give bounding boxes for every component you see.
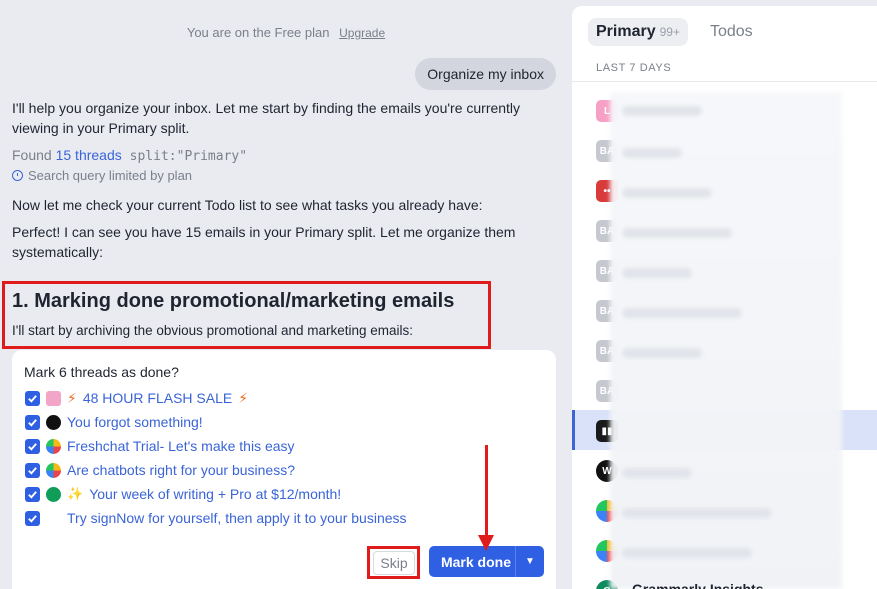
emoji-icon: ⚡ bbox=[67, 389, 77, 406]
annotation-arrow-shaft bbox=[485, 445, 488, 540]
thread-subject[interactable]: Are chatbots right for your business? bbox=[67, 462, 295, 478]
section-heading: 1. Marking done promotional/marketing em… bbox=[12, 290, 455, 312]
checkbox-checked[interactable] bbox=[25, 414, 40, 430]
sender-logo-icon bbox=[46, 486, 61, 502]
thread-subject[interactable]: Freshchat Trial- Let's make this easy bbox=[67, 438, 295, 454]
assistant-message-1: I'll help you organize your inbox. Let m… bbox=[12, 100, 521, 136]
chat-panel: You are on the Free plan Upgrade Organiz… bbox=[0, 0, 572, 589]
skip-button[interactable]: Skip bbox=[373, 551, 415, 575]
thread-item[interactable]: You forgot something! bbox=[25, 412, 203, 432]
checkbox-checked[interactable] bbox=[25, 390, 40, 406]
email-sender[interactable]: Grammarly Insights bbox=[632, 581, 764, 589]
mark-done-button[interactable]: Mark done bbox=[429, 554, 515, 570]
upgrade-link[interactable]: Upgrade bbox=[339, 26, 385, 40]
checkbox-checked[interactable] bbox=[25, 462, 40, 478]
sender-logo-icon bbox=[46, 390, 61, 406]
thread-subject[interactable]: Your week of writing + Pro at $12/month! bbox=[89, 486, 341, 502]
limited-text: Search query limited by plan bbox=[28, 168, 193, 183]
threads-found-link[interactable]: 15 threads bbox=[56, 147, 122, 163]
assistant-message-3: Perfect! I can see you have 15 emails in… bbox=[12, 224, 516, 260]
sender-logo-icon bbox=[46, 414, 61, 430]
checkbox-checked[interactable] bbox=[25, 438, 40, 454]
thread-item[interactable]: Try signNow for yourself, then apply it … bbox=[25, 508, 407, 528]
tab-primary-count: 99+ bbox=[659, 25, 680, 39]
divider bbox=[572, 81, 877, 82]
user-message-bubble: Organize my inbox bbox=[415, 58, 556, 90]
thread-item[interactable]: Freshchat Trial- Let's make this easy bbox=[25, 436, 295, 456]
section-description: I'll start by archiving the obvious prom… bbox=[12, 323, 414, 338]
plan-notice: You are on the Free plan Upgrade bbox=[0, 25, 572, 40]
sender-logo-icon bbox=[46, 438, 61, 454]
plan-text: You are on the Free plan bbox=[186, 25, 330, 40]
sender-logo-icon bbox=[46, 462, 61, 478]
thread-item[interactable]: ✨ Your week of writing + Pro at $12/month… bbox=[25, 484, 341, 504]
inbox-panel: Primary 99+ Todos LAST 7 DAYS L BA •• BA BA B… bbox=[572, 6, 877, 589]
found-prefix: Found bbox=[12, 147, 52, 163]
query-limited-notice: Search query limited by plan bbox=[12, 168, 192, 183]
date-section-label: LAST 7 DAYS bbox=[596, 62, 672, 74]
checkbox-checked[interactable] bbox=[25, 510, 40, 526]
search-result-summary: Found 15 threads split:"Primary" bbox=[12, 147, 247, 164]
thread-item[interactable]: ⚡ 48 HOUR FLASH SALE ⚡ bbox=[25, 388, 248, 408]
emoji-icon: ✨ bbox=[67, 486, 84, 501]
blurred-content-overlay bbox=[610, 92, 842, 589]
checkbox-checked[interactable] bbox=[25, 486, 40, 502]
thread-subject[interactable]: Try signNow for yourself, then apply it … bbox=[67, 510, 407, 526]
card-title: Mark 6 threads as done? bbox=[24, 364, 179, 380]
emoji-icon: ⚡ bbox=[238, 389, 249, 406]
split-tabs: Primary 99+ Todos bbox=[588, 18, 753, 46]
clock-icon bbox=[12, 170, 23, 181]
assistant-message-2: Now let me check your current Todo list … bbox=[12, 197, 483, 213]
thread-subject[interactable]: You forgot something! bbox=[67, 414, 203, 430]
thread-item[interactable]: Are chatbots right for your business? bbox=[25, 460, 295, 480]
annotation-arrow-head bbox=[478, 535, 494, 551]
chevron-down-icon[interactable]: ▼ bbox=[516, 556, 544, 567]
tab-todos[interactable]: Todos bbox=[710, 23, 753, 41]
sender-logo-icon bbox=[46, 511, 61, 526]
thread-subject[interactable]: 48 HOUR FLASH SALE bbox=[83, 390, 232, 406]
tab-primary[interactable]: Primary 99+ bbox=[588, 18, 688, 46]
search-query: split:"Primary" bbox=[129, 149, 248, 164]
tab-primary-label: Primary bbox=[596, 23, 656, 40]
